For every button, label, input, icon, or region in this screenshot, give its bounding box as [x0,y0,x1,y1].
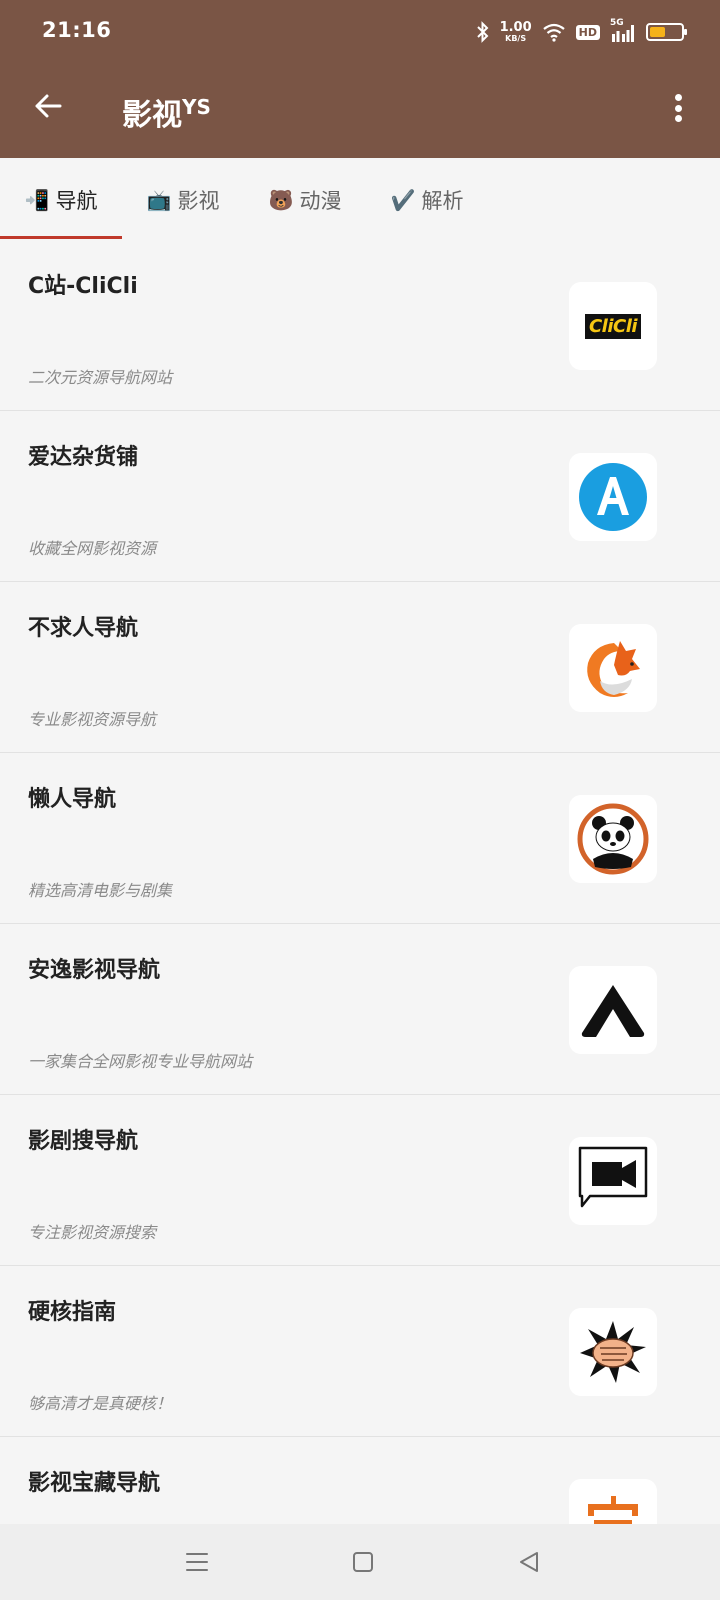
home-icon[interactable] [345,1544,381,1580]
battery-icon [646,23,687,41]
signal-icon: 5G [610,18,636,44]
status-bar: 21:16 1.00 KB/S HD 5G [0,0,720,64]
page-title: 影视YS [122,90,211,134]
fox-logo-icon [569,624,657,712]
tab-anime[interactable]: 🐻 动漫 [244,158,366,242]
tab-movies-emoji: 📺 [146,188,172,212]
chevron-up-logo-icon [569,966,657,1054]
list-item[interactable]: 懒人导航 精选高清电影与剧集 [0,753,720,924]
item-title: 影视宝藏导航 [28,1471,161,1496]
item-title: 爱达杂货铺 [28,445,139,470]
clicli-logo-icon: CliCli [569,282,657,370]
item-description: 专注影视资源搜索 [28,1223,157,1242]
app-bar: 影视YS [0,64,720,158]
tab-navigation-emoji: 📲 [24,188,50,212]
wifi-icon [542,23,565,42]
panda-logo-icon [569,795,657,883]
item-description: 收藏全网影视资源 [28,539,157,558]
status-icons: 1.00 KB/S HD 5G [476,18,687,46]
item-title: 影剧搜导航 [28,1129,139,1154]
list-item[interactable]: 不求人导航 专业影视资源导航 [0,582,720,753]
tab-anime-label: 动漫 [299,189,342,213]
item-description: 二次元资源导航网站 [28,368,173,387]
battery-level [650,27,665,37]
item-description: 一家集合全网影视专业导航网站 [28,1052,253,1071]
list-item[interactable]: 影剧搜导航 专注影视资源搜索 [0,1095,720,1266]
fist-logo-icon [569,1308,657,1396]
clicli-logo-text: CliCli [584,313,642,339]
tab-movies[interactable]: 📺 影视 [122,158,244,242]
tab-parse[interactable]: ✔️ 解析 [366,158,488,242]
item-description: 专业影视资源导航 [28,710,157,729]
hd-badge: HD [575,24,600,40]
list-item[interactable]: C站-CliCli 二次元资源导航网站 CliCli [0,240,720,411]
category-tabs: 📲 导航 📺 影视 🐻 动漫 ✔️ 解析 [0,158,720,242]
active-tab-indicator [0,236,122,239]
treasure-logo-icon [569,1479,657,1524]
more-options-icon[interactable] [670,88,686,128]
list-item[interactable]: 安逸影视导航 一家集合全网影视专业导航网站 [0,924,720,1095]
network-speed-value: 1.00 [499,20,532,35]
menu-icon[interactable] [179,1544,215,1580]
item-title: 安逸影视导航 [28,958,161,983]
status-time: 21:16 [42,18,112,42]
network-speed-unit: KB/S [505,34,527,43]
page-title-suffix: YS [182,95,211,119]
tab-navigation[interactable]: 📲 导航 [0,158,122,242]
site-list: C站-CliCli 二次元资源导航网站 CliCli 爱达杂货铺 收藏全网影视资… [0,240,720,1524]
tab-parse-emoji: ✔️ [390,188,416,212]
list-item[interactable]: 爱达杂货铺 收藏全网影视资源 [0,411,720,582]
list-item[interactable]: 硬核指南 够高清才是真硬核！ [0,1266,720,1437]
item-description: 够高清才是真硬核！ [28,1394,173,1413]
letter-a-logo-icon [569,453,657,541]
list-item[interactable]: 影视宝藏导航 [0,1437,720,1524]
network-speed: 1.00 KB/S [500,21,532,43]
tab-parse-label: 解析 [421,189,464,213]
top-bar: 21:16 1.00 KB/S HD 5G 影视YS [0,0,720,158]
back-triangle-icon[interactable] [511,1544,547,1580]
system-nav-bar [0,1524,720,1600]
tab-anime-emoji: 🐻 [268,188,294,212]
item-title: 不求人导航 [28,616,139,641]
tab-movies-label: 影视 [177,189,220,213]
item-description: 精选高清电影与剧集 [28,881,173,900]
bluetooth-icon [476,21,488,43]
item-title: 硬核指南 [28,1300,117,1325]
tab-navigation-label: 导航 [55,189,98,213]
back-arrow-icon[interactable] [28,86,68,126]
item-title: 懒人导航 [28,787,117,812]
video-camera-logo-icon [569,1137,657,1225]
page-title-text: 影视 [122,98,182,133]
item-title: C站-CliCli [28,274,138,299]
